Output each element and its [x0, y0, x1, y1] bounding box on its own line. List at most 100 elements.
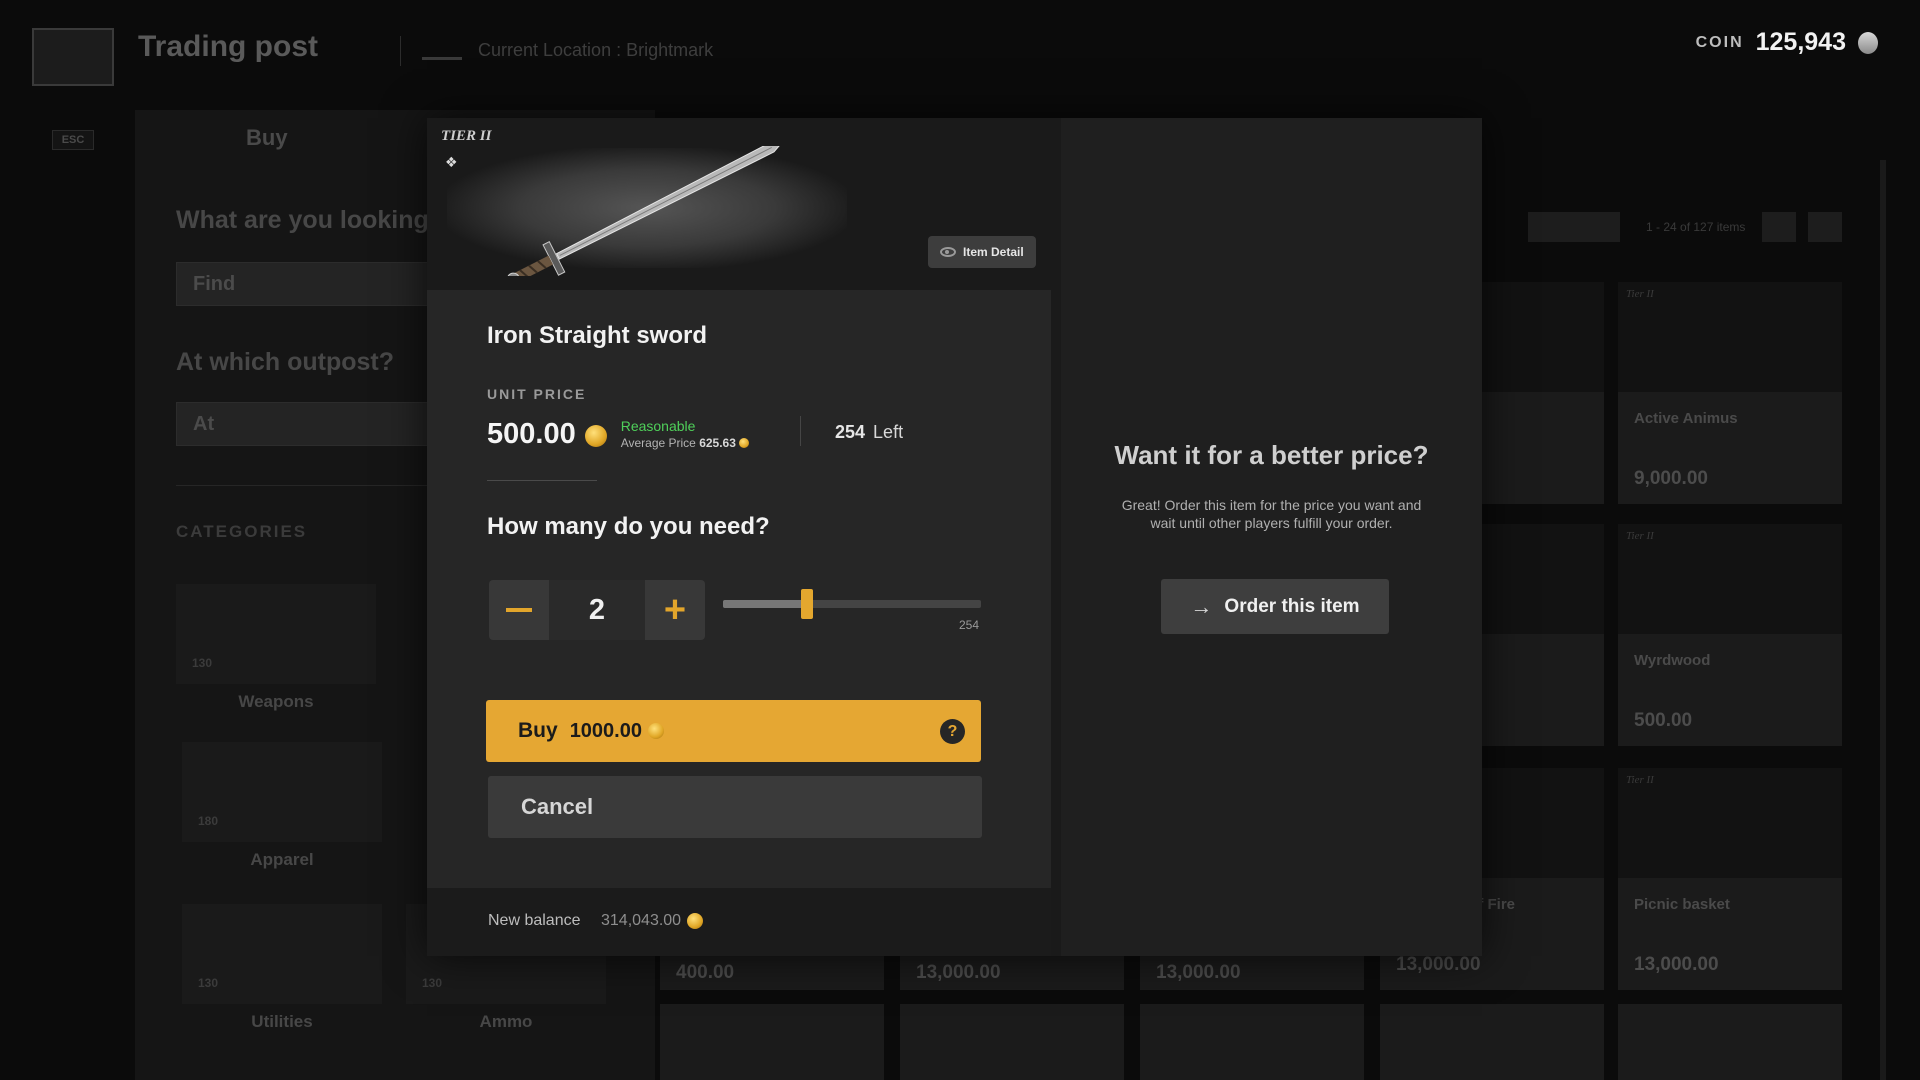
average-price-value: 625.63 — [699, 436, 736, 450]
page-title: Trading post — [138, 30, 318, 63]
location-icon — [422, 38, 462, 60]
new-balance-value: 314,043.00 — [601, 912, 682, 929]
coin-balance: COIN 125,943 — [1696, 28, 1878, 57]
outpost-question: At which outpost? — [176, 348, 395, 376]
item-preview: TIER II ❖ Item Detail — [427, 118, 1051, 290]
buy-label: Buy — [518, 719, 558, 742]
tile-price: 13,000.00 — [1634, 954, 1719, 975]
stock-label: Left — [873, 422, 904, 442]
tile-price: 400.00 — [676, 962, 735, 983]
silver-coin-icon — [1858, 31, 1878, 54]
tile-name: Picnic basket — [1634, 896, 1730, 913]
category-count: 130 — [422, 976, 443, 990]
category-label: Utilities — [251, 1012, 313, 1031]
slider-fill — [723, 600, 807, 608]
item-name: Iron Straight sword — [487, 322, 708, 349]
unit-price-label: UNIT PRICE — [487, 386, 587, 402]
tile-price: 13,000.00 — [1156, 962, 1241, 983]
tile-price: 13,000.00 — [916, 962, 1001, 983]
tile-price: 9,000.00 — [1634, 468, 1708, 489]
item-tile[interactable]: 13,000.00 — [900, 956, 1124, 990]
gold-coin-icon — [687, 913, 704, 929]
outpost-select[interactable]: At — [176, 402, 456, 446]
item-tile[interactable]: 13,000.00 — [1140, 956, 1364, 990]
category-count: 130 — [192, 656, 213, 670]
find-input[interactable]: Find — [176, 262, 456, 306]
item-tile[interactable] — [1618, 1004, 1842, 1080]
order-item-label: Order this item — [1224, 595, 1360, 617]
items-count: 1 - 24 of 127 items — [1646, 220, 1746, 234]
tier-label: TIER II — [441, 128, 492, 144]
trading-post-logo — [32, 28, 114, 86]
current-location: Current Location : Brightmark — [478, 40, 714, 60]
esc-button[interactable]: ESC — [52, 130, 94, 150]
help-icon[interactable]: ? — [940, 719, 965, 744]
category-label: Weapons — [238, 692, 314, 711]
category-count: 130 — [198, 976, 219, 990]
order-item-button[interactable]: → Order this item — [1161, 579, 1389, 634]
tile-price: 500.00 — [1634, 710, 1693, 731]
tab-buy[interactable]: Buy — [246, 125, 288, 151]
slider-max-label: 254 — [959, 618, 980, 632]
stock-count: 254 — [835, 422, 866, 442]
minus-icon — [506, 608, 532, 612]
price-rating: Reasonable Average Price 625.63 — [621, 418, 749, 450]
item-tile[interactable]: Tier II Wyrdwood 500.00 — [1618, 524, 1842, 746]
slider-handle[interactable] — [801, 589, 813, 619]
gold-coin-icon — [584, 425, 607, 447]
item-detail-button[interactable]: Item Detail — [928, 236, 1036, 268]
increase-button[interactable]: + — [645, 580, 705, 640]
purchase-modal: TIER II ❖ Item Detail Iron Straight swor… — [427, 118, 1482, 956]
quantity-stepper: 2 + — [489, 580, 705, 640]
top-bar: Trading post Current Location : Brightma… — [0, 0, 1920, 100]
unit-price-row: 500.00 Reasonable Average Price 625.63 — [487, 414, 749, 454]
purchase-panel: TIER II ❖ Item Detail Iron Straight swor… — [427, 118, 1051, 956]
eye-icon — [940, 247, 956, 257]
order-panel: Want it for a better price? Great! Order… — [1051, 118, 1482, 956]
new-balance: 314,043.00 — [601, 912, 704, 930]
prev-page-button[interactable] — [1762, 212, 1796, 242]
at-label: At — [193, 413, 215, 435]
new-balance-label: New balance — [488, 912, 581, 929]
price-rating-label: Reasonable — [620, 418, 696, 434]
cancel-button[interactable]: Cancel — [488, 776, 982, 838]
average-price-label: Average Price — [620, 436, 696, 450]
item-tile[interactable] — [1380, 1004, 1604, 1080]
find-label: Find — [193, 273, 236, 295]
item-tile[interactable] — [1140, 1004, 1364, 1080]
buy-total: 1000.00 — [569, 719, 642, 742]
buy-button[interactable]: Buy 1000.00 ? — [486, 700, 981, 762]
average-price: Average Price 625.63 — [621, 436, 749, 450]
better-price-title: Want it for a better price? — [1114, 440, 1429, 470]
item-tile[interactable]: Tier II Active Animus 9,000.00 — [1618, 282, 1842, 504]
header-divider — [400, 36, 401, 66]
better-price-description: Great! Order this item for the price you… — [1121, 497, 1422, 531]
category-weapons[interactable]: 130 Weapons — [176, 584, 376, 734]
categories-heading: CATEGORIES — [176, 522, 308, 541]
tile-tier: Tier II — [1626, 288, 1654, 300]
coin-label: COIN — [1695, 33, 1744, 51]
next-page-button[interactable] — [1808, 212, 1842, 242]
grid-scrollbar[interactable] — [1880, 160, 1886, 1080]
gold-coin-icon — [647, 723, 664, 739]
decrease-button[interactable] — [489, 580, 549, 640]
category-utilities[interactable]: 130 Utilities — [182, 904, 382, 1054]
filters-button[interactable] — [1528, 212, 1620, 242]
item-tile[interactable]: 400.00 — [660, 956, 884, 990]
tile-price: 13,000.00 — [1396, 954, 1481, 975]
tier-diamond-icon: ❖ — [445, 154, 458, 170]
price-divider — [800, 416, 801, 446]
coin-value: 125,943 — [1755, 28, 1846, 56]
item-tile[interactable] — [900, 1004, 1124, 1080]
tile-name: Wyrdwood — [1634, 652, 1711, 669]
iron-sword-image — [506, 146, 784, 276]
tile-tier: Tier II — [1626, 774, 1654, 786]
quantity-value[interactable]: 2 — [549, 580, 645, 640]
item-tile[interactable] — [660, 1004, 884, 1080]
item-tile[interactable]: Tier II Picnic basket 13,000.00 — [1618, 768, 1842, 990]
quantity-slider[interactable] — [723, 589, 981, 619]
tile-name: Active Animus — [1634, 410, 1738, 427]
arrow-right-icon: → — [1190, 593, 1213, 619]
stock-left: 254 Left — [835, 422, 903, 443]
category-apparel[interactable]: 180 Apparel — [182, 742, 382, 892]
